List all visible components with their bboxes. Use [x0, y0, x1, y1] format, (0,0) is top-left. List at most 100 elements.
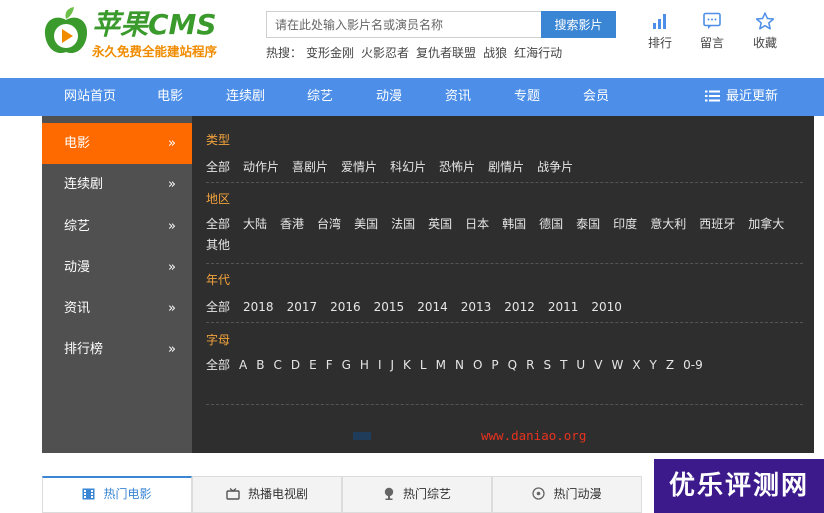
filter-option[interactable]: 科幻片 [390, 157, 426, 178]
filter-option[interactable]: I [378, 355, 382, 376]
search-button[interactable]: 搜索影片 [541, 11, 616, 38]
nav-item-variety[interactable]: 综艺 [307, 78, 333, 116]
filter-option[interactable]: F [326, 355, 333, 376]
filter-option[interactable]: 2018 [243, 297, 274, 318]
double-chevron-right-icon: » [168, 342, 176, 357]
favorite-button[interactable]: 收藏 [745, 12, 785, 51]
filter-option[interactable]: Q [508, 355, 517, 376]
sidebar-item-series[interactable]: 连续剧 » [42, 164, 192, 205]
hot-search-link[interactable]: 火影忍者 [361, 46, 409, 60]
filter-option[interactable]: Z [666, 355, 674, 376]
filter-option[interactable]: 全部 [206, 157, 230, 178]
hot-search-link[interactable]: 红海行动 [514, 46, 562, 60]
filter-option[interactable]: 喜剧片 [292, 157, 328, 178]
filter-option[interactable]: V [594, 355, 602, 376]
double-chevron-right-icon: » [168, 301, 176, 316]
filter-option[interactable]: 恐怖片 [439, 157, 475, 178]
site-logo[interactable]: 苹果CMS 永久免费全能建站程序 [42, 6, 242, 62]
filter-option[interactable]: 2014 [417, 297, 448, 318]
filter-option[interactable]: 全部 [206, 297, 230, 318]
filter-title: 字母 [206, 333, 231, 347]
filter-option[interactable]: 其他 [206, 235, 230, 256]
nav-item-news[interactable]: 资讯 [445, 78, 471, 116]
filter-option[interactable]: 2016 [330, 297, 361, 318]
filter-option[interactable]: 印度 [613, 214, 637, 235]
logo-subtitle: 永久免费全能建站程序 [92, 44, 218, 59]
sidebar-item-news[interactable]: 资讯 » [42, 288, 192, 329]
filter-option[interactable]: C [273, 355, 281, 376]
filter-option[interactable]: 2010 [591, 297, 622, 318]
list-icon [705, 90, 720, 101]
filter-option[interactable]: R [526, 355, 534, 376]
hot-search-link[interactable]: 复仇者联盟 [416, 46, 476, 60]
filter-option[interactable]: 动作片 [243, 157, 279, 178]
filter-option[interactable]: 全部 [206, 355, 230, 376]
filter-option[interactable]: T [560, 355, 567, 376]
filter-option[interactable]: Y [650, 355, 657, 376]
filter-option[interactable]: J [391, 355, 395, 376]
filter-option[interactable]: P [491, 355, 498, 376]
filter-option[interactable]: E [309, 355, 317, 376]
filter-option[interactable]: 加拿大 [748, 214, 784, 235]
filter-option[interactable]: 全部 [206, 214, 230, 235]
filter-option[interactable]: H [360, 355, 369, 376]
filter-option[interactable]: 2012 [504, 297, 535, 318]
filter-option[interactable]: 战争片 [537, 157, 573, 178]
filter-option[interactable]: 香港 [280, 214, 304, 235]
filter-option[interactable]: 英国 [428, 214, 452, 235]
sidebar-item-anime[interactable]: 动漫 » [42, 247, 192, 288]
filter-option[interactable]: M [436, 355, 446, 376]
message-button[interactable]: 留言 [692, 12, 732, 51]
hot-search-link[interactable]: 变形金刚 [306, 46, 354, 60]
filter-option[interactable]: 泰国 [576, 214, 600, 235]
filter-option[interactable]: L [420, 355, 427, 376]
ranking-button[interactable]: 排行 [640, 12, 680, 51]
filter-option[interactable]: 2011 [548, 297, 579, 318]
filter-option[interactable]: X [632, 355, 640, 376]
tab-hot-tv[interactable]: 热播电视剧 [192, 476, 342, 513]
filter-option[interactable]: K [403, 355, 411, 376]
filter-option[interactable]: 西班牙 [699, 214, 735, 235]
nav-item-series[interactable]: 连续剧 [226, 78, 265, 116]
filter-option[interactable]: 德国 [539, 214, 563, 235]
filter-option[interactable]: 2017 [287, 297, 318, 318]
filter-option[interactable]: U [576, 355, 585, 376]
tab-hot-variety[interactable]: 热门综艺 [342, 476, 492, 513]
filter-option[interactable]: 日本 [465, 214, 489, 235]
filter-option[interactable]: S [543, 355, 551, 376]
filter-option[interactable]: 台湾 [317, 214, 341, 235]
slider-indicator[interactable] [353, 432, 371, 440]
filter-panel: 类型 全部 动作片 喜剧片 爱情片 科幻片 恐怖片 剧情片 战争片 地区 全部 大陆 香港 台湾 美国… [192, 116, 814, 453]
sidebar-item-movies[interactable]: 电影 » [42, 123, 192, 164]
filter-option[interactable]: A [239, 355, 247, 376]
filter-option[interactable]: 大陆 [243, 214, 267, 235]
divider [206, 322, 803, 323]
search-input[interactable] [266, 11, 541, 38]
recent-updates-link[interactable]: 最近更新 [705, 78, 778, 116]
filter-option[interactable]: 0-9 [683, 355, 703, 376]
filter-option[interactable]: N [455, 355, 464, 376]
sidebar-item-variety[interactable]: 综艺 » [42, 206, 192, 247]
filter-option[interactable]: 美国 [354, 214, 378, 235]
sidebar-item-ranking[interactable]: 排行榜 » [42, 329, 192, 370]
filter-option[interactable]: 2015 [374, 297, 405, 318]
tab-hot-anime[interactable]: 热门动漫 [492, 476, 642, 513]
filter-option[interactable]: 爱情片 [341, 157, 377, 178]
filter-option[interactable]: W [611, 355, 623, 376]
filter-option[interactable]: 2013 [461, 297, 492, 318]
hot-search-link[interactable]: 战狼 [483, 46, 507, 60]
tab-hot-movies[interactable]: 热门电影 [42, 476, 192, 513]
filter-option[interactable]: B [256, 355, 264, 376]
nav-item-anime[interactable]: 动漫 [376, 78, 402, 116]
filter-option[interactable]: 韩国 [502, 214, 526, 235]
filter-option[interactable]: 意大利 [650, 214, 686, 235]
nav-item-member[interactable]: 会员 [583, 78, 609, 116]
filter-option[interactable]: 剧情片 [488, 157, 524, 178]
nav-item-topics[interactable]: 专题 [514, 78, 540, 116]
filter-option[interactable]: D [291, 355, 300, 376]
filter-option[interactable]: O [473, 355, 482, 376]
filter-option[interactable]: 法国 [391, 214, 415, 235]
filter-option[interactable]: G [342, 355, 351, 376]
nav-item-home[interactable]: 网站首页 [64, 78, 116, 116]
nav-item-movies[interactable]: 电影 [157, 78, 183, 116]
